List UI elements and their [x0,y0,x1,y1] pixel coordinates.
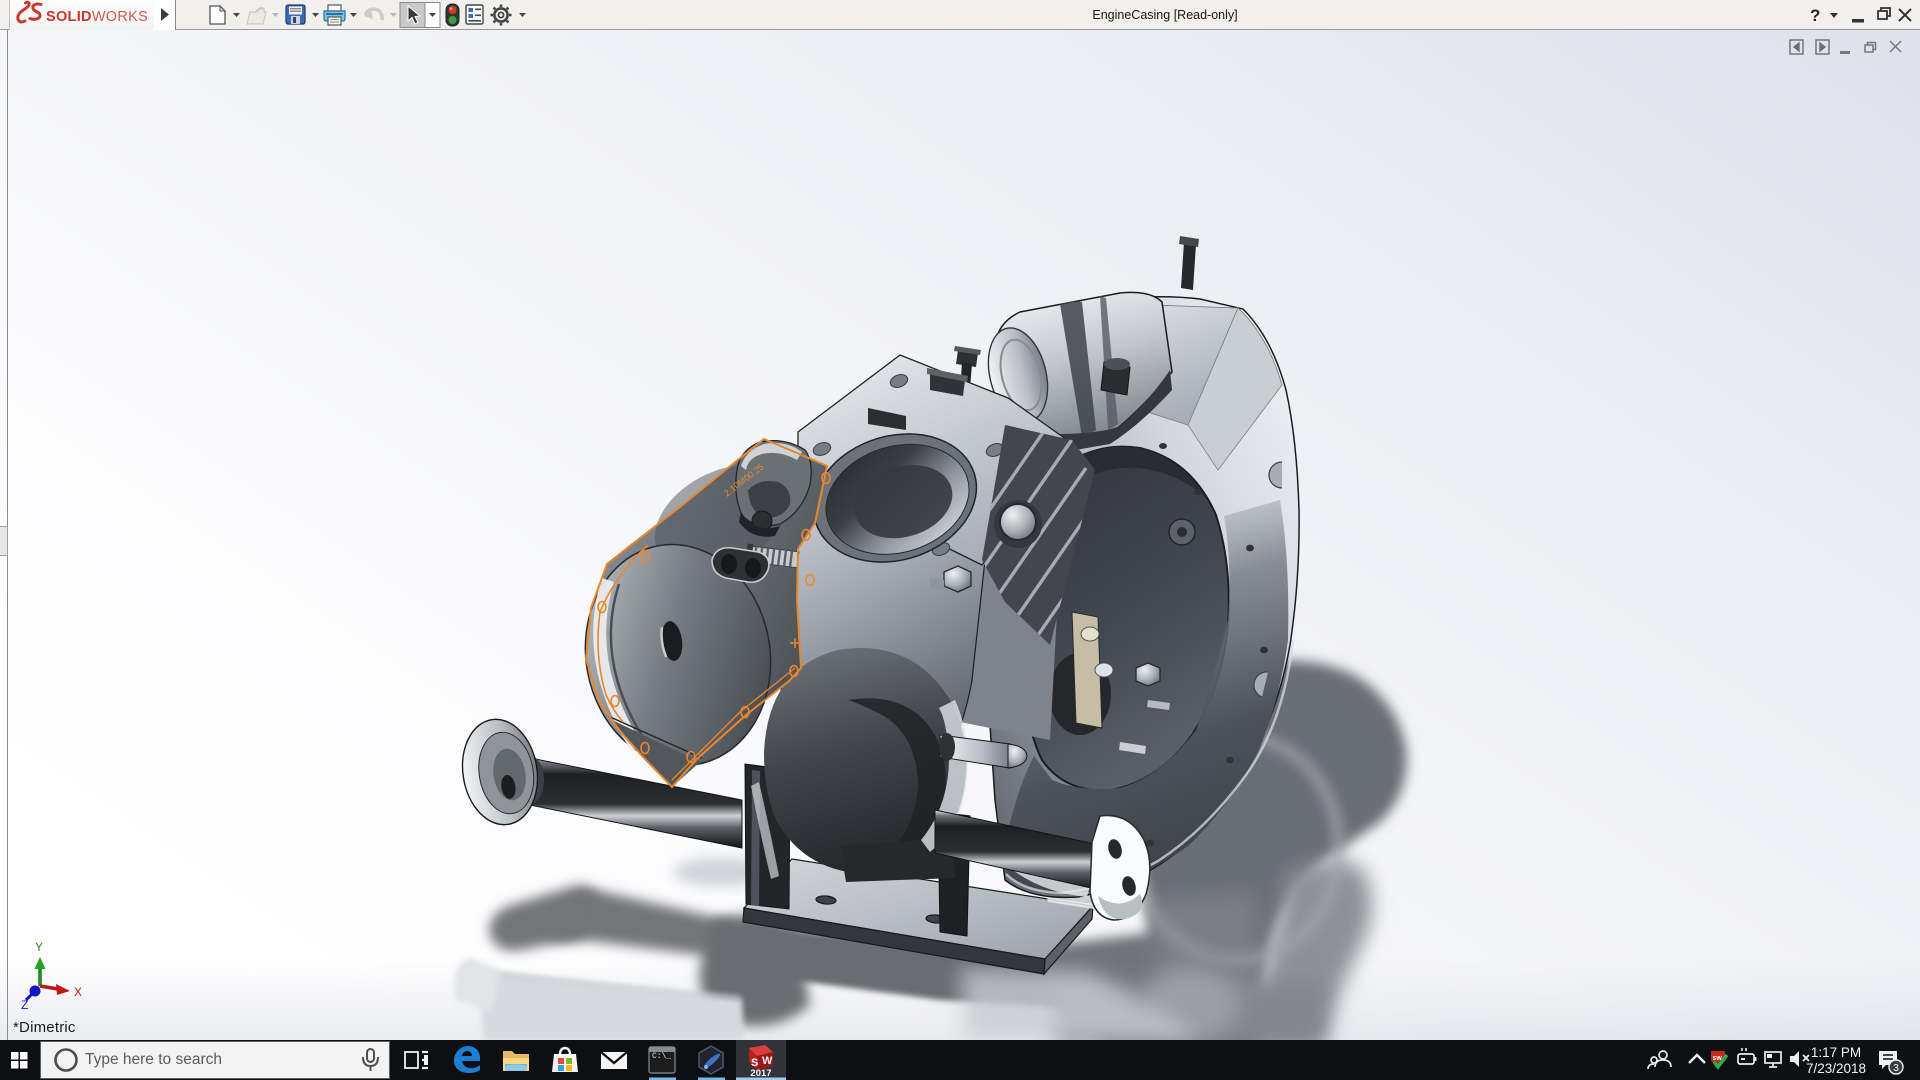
svg-text:3: 3 [1893,1063,1899,1074]
svg-text:2017: 2017 [750,1068,771,1079]
svg-text:C:\_: C:\_ [652,1052,671,1061]
svg-text:X: X [74,985,82,999]
svg-text:W: W [762,1055,773,1067]
svg-text:7/23/2018: 7/23/2018 [1806,1061,1866,1076]
svg-text:Y: Y [35,940,43,954]
svg-text:1:17 PM: 1:17 PM [1811,1045,1861,1060]
svg-text:Z: Z [21,998,28,1012]
svg-text:?: ? [1810,6,1820,25]
